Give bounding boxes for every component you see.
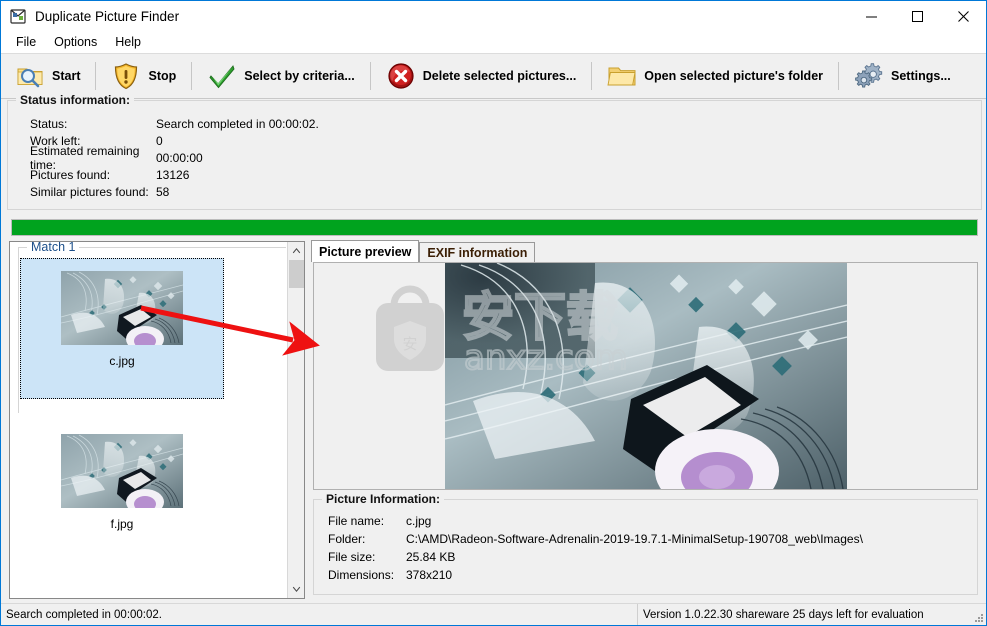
matches-panel[interactable]: Match 1 c.jpg f.jpg — [9, 241, 305, 599]
delete-selected-pictures-button[interactable]: Delete selected pictures... — [378, 57, 585, 95]
thumbnail-item[interactable]: f.jpg — [20, 422, 224, 563]
work-left-value: 0 — [156, 133, 163, 148]
scroll-up-arrow-icon[interactable] — [288, 242, 304, 259]
picture-preview-frame[interactable]: 安 安下载 anxz.com — [313, 262, 978, 490]
status-value: Search completed in 00:00:02. — [156, 116, 319, 131]
tab-picture-preview[interactable]: Picture preview — [311, 240, 420, 262]
thumbnail-image — [61, 271, 183, 345]
toolbar: Start Stop Select by criteria... Delete … — [1, 53, 986, 99]
estimated-remaining-time-row: Estimated remaining time: 00:00:00 — [30, 144, 319, 172]
warning-shield-icon — [111, 61, 141, 91]
open-selected-picture-folder-button[interactable]: Open selected picture's folder — [599, 57, 831, 95]
toolbar-separator-5 — [838, 62, 840, 90]
pictures-found-row: Pictures found: 13126 — [30, 166, 319, 183]
select-by-criteria-button[interactable]: Select by criteria... — [199, 57, 362, 95]
status-information-group: Status information: Status: Search compl… — [7, 93, 982, 210]
status-information-rows: Status: Search completed in 00:00:02. Wo… — [30, 115, 319, 200]
folder-value: C:\AMD\Radeon-Software-Adrenalin-2019-19… — [406, 532, 863, 546]
resize-grip-icon[interactable] — [972, 611, 984, 623]
dimensions-value: 378x210 — [406, 568, 453, 582]
maximize-button[interactable] — [894, 1, 940, 31]
pictures-found-label: Pictures found: — [30, 167, 111, 182]
dimensions-label: Dimensions: — [328, 568, 395, 582]
thumbnail-image — [61, 434, 183, 508]
dimensions-row: Dimensions: 378x210 — [328, 566, 863, 584]
red-x-circle-icon — [386, 61, 416, 91]
toolbar-separator-4 — [591, 62, 593, 90]
scrollbar-thumb[interactable] — [289, 260, 304, 288]
file-name-row: File name: c.jpg — [328, 512, 863, 530]
tab-exif-information[interactable]: EXIF information — [419, 242, 536, 262]
app-icon — [9, 7, 27, 25]
delete-selected-pictures-label: Delete selected pictures... — [422, 69, 577, 83]
similar-pictures-found-value: 58 — [156, 184, 170, 199]
start-button-label: Start — [52, 69, 81, 83]
folder-row: Folder: C:\AMD\Radeon-Software-Adrenalin… — [328, 530, 863, 548]
tab-strip: Picture preview EXIF information — [311, 240, 536, 262]
select-by-criteria-label: Select by criteria... — [244, 69, 355, 83]
similar-pictures-found-label: Similar pictures found: — [30, 184, 149, 199]
application-window: Duplicate Picture Finder File Options He… — [0, 0, 987, 626]
preview-tabs-host: Picture preview EXIF information 安 安下载 a… — [311, 240, 980, 599]
picture-information-rows: File name: c.jpg Folder: C:\AMD\Radeon-S… — [328, 512, 863, 584]
status-bar-left-text: Search completed in 00:00:02. — [1, 604, 638, 625]
estimated-remaining-time-value: 00:00:00 — [156, 150, 203, 165]
stop-button[interactable]: Stop — [103, 57, 184, 95]
progress-bar — [11, 219, 978, 236]
svg-text:安: 安 — [402, 335, 417, 353]
picture-information-title: Picture Information: — [322, 492, 445, 506]
preview-image — [445, 263, 847, 489]
menu-item-options[interactable]: Options — [45, 33, 106, 51]
status-information-title: Status information: — [16, 93, 134, 107]
file-size-label: File size: — [328, 550, 376, 564]
settings-button-label: Settings... — [891, 69, 951, 83]
start-button[interactable]: Start — [7, 57, 88, 95]
settings-button[interactable]: Settings... — [846, 57, 959, 95]
minimize-button[interactable] — [848, 1, 894, 31]
open-selected-picture-folder-label: Open selected picture's folder — [644, 69, 824, 83]
toolbar-separator-3 — [369, 62, 371, 90]
window-controls — [848, 1, 986, 31]
window-title: Duplicate Picture Finder — [35, 8, 180, 24]
progress-bar-fill — [12, 220, 977, 235]
thumbnail-filename: c.jpg — [109, 354, 135, 368]
status-row: Status: Search completed in 00:00:02. — [30, 115, 319, 132]
file-size-row: File size: 25.84 KB — [328, 548, 863, 566]
menu-item-help[interactable]: Help — [106, 33, 150, 51]
toolbar-separator-1 — [95, 62, 97, 90]
match-group-title: Match 1 — [27, 242, 80, 254]
gears-icon — [854, 61, 884, 91]
file-size-value: 25.84 KB — [406, 550, 456, 564]
stop-button-label: Stop — [148, 69, 177, 83]
status-bar-right-text: Version 1.0.22.30 shareware 25 days left… — [643, 608, 924, 621]
picture-information-group: Picture Information: File name: c.jpg Fo… — [313, 492, 978, 595]
thumbnail-filename: f.jpg — [110, 517, 134, 531]
scroll-down-arrow-icon[interactable] — [288, 581, 304, 598]
similar-pictures-found-row: Similar pictures found: 58 — [30, 183, 319, 200]
green-check-icon — [207, 61, 237, 91]
menu-bar: File Options Help — [1, 31, 986, 53]
file-name-label: File name: — [328, 514, 385, 528]
close-button[interactable] — [940, 1, 986, 31]
folder-icon — [607, 61, 637, 91]
file-name-value: c.jpg — [406, 514, 432, 528]
search-folder-icon — [15, 61, 45, 91]
status-label: Status: — [30, 116, 68, 131]
status-bar: Search completed in 00:00:02. Version 1.… — [1, 603, 986, 625]
title-bar: Duplicate Picture Finder — [1, 1, 986, 31]
pictures-found-value: 13126 — [156, 167, 190, 182]
thumbnail-item-selected[interactable]: c.jpg — [20, 258, 224, 399]
matches-scrollbar[interactable] — [287, 242, 304, 598]
toolbar-separator-2 — [191, 62, 193, 90]
folder-label: Folder: — [328, 532, 366, 546]
menu-item-file[interactable]: File — [7, 33, 45, 51]
